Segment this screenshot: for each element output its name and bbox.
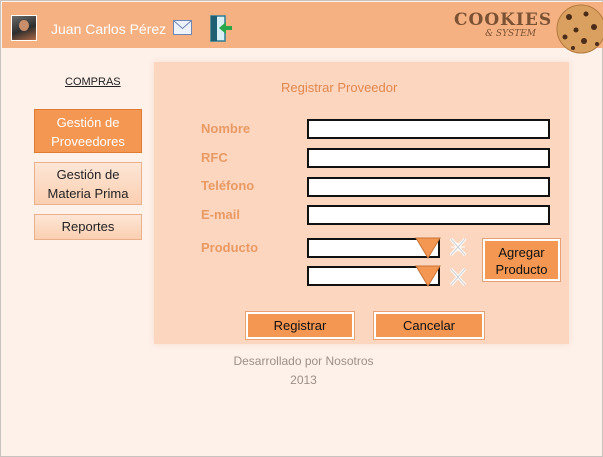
chevron-down-icon[interactable] [415,265,441,287]
register-supplier-panel: Registrar Proveedor Nombre RFC Teléfono … [154,62,569,344]
email-input[interactable] [307,205,550,225]
cookie-icon [556,4,603,54]
nombre-label: Nombre [201,121,251,136]
mail-icon[interactable] [173,20,192,35]
sidebar-item-gestion-proveedores[interactable]: Gestión de Proveedores [34,109,142,153]
chevron-down-icon[interactable] [415,237,441,259]
footer-credit: Desarrollado por Nosotros [233,354,374,368]
register-button[interactable]: Registrar [246,312,354,339]
rfc-label: RFC [201,150,228,165]
producto-label: Producto [201,240,259,255]
close-icon[interactable] [449,267,467,287]
rfc-input[interactable] [307,148,550,168]
brand-logo: COOKIES & SYSTEM [454,10,553,44]
close-icon[interactable] [449,237,467,257]
nombre-input[interactable] [307,119,550,139]
user-avatar[interactable] [11,15,37,41]
user-name: Juan Carlos Pérez [51,21,167,37]
section-title: COMPRAS [65,76,121,88]
add-product-label: Producto [495,262,548,277]
sidebar-item-label: Gestión de [56,115,120,130]
email-label: E-mail [201,207,241,222]
app-window: Juan Carlos Pérez COOKIES & SYSTEM COMPR [0,0,603,457]
logo-subtext: & SYSTEM [485,29,536,39]
telefono-label: Teléfono [201,178,255,193]
add-product-label: Agregar [498,245,545,260]
sidebar-item-label: Gestión de [56,167,120,182]
sidebar-item-label: Materia Prima [47,186,129,201]
exit-door-icon[interactable] [207,15,233,42]
add-product-button[interactable]: Agregar Producto [483,239,560,281]
sidebar-item-gestion-materia-prima[interactable]: Gestión de Materia Prima [34,162,142,205]
sidebar-item-label: Proveedores [51,134,125,149]
telefono-input[interactable] [307,177,550,197]
sidebar-item-label: Reportes [61,219,115,234]
form-title: Registrar Proveedor [281,80,398,95]
cancel-button[interactable]: Cancelar [374,312,484,339]
footer-year: 2013 [290,373,317,387]
header-bar: Juan Carlos Pérez COOKIES & SYSTEM [2,2,603,54]
logo-text: COOKIES [454,10,553,30]
sidebar-item-reportes[interactable]: Reportes [34,214,142,240]
